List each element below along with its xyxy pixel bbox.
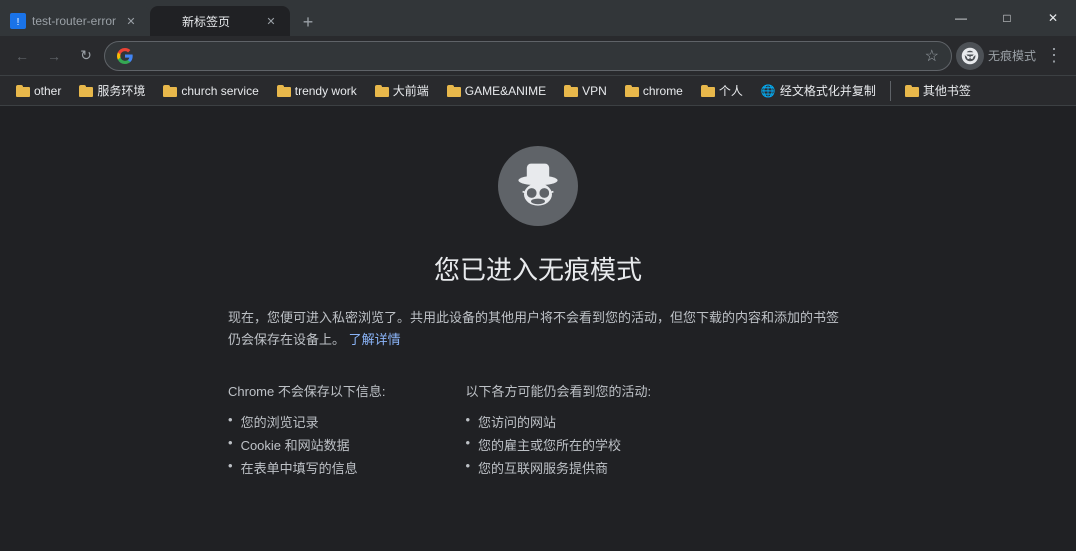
window-controls: — □ ✕ bbox=[938, 0, 1076, 36]
bookmark-other-bookmarks[interactable]: 其他书签 bbox=[897, 79, 979, 102]
new-tab-button[interactable]: + bbox=[294, 8, 322, 36]
reload-button[interactable]: ↻ bbox=[72, 42, 100, 70]
tab-test-router-error[interactable]: ! test-router-error ✕ bbox=[0, 6, 150, 36]
bookmark-daqianduan[interactable]: 大前端 bbox=[367, 79, 437, 102]
main-content: 您已进入无痕模式 现在，您便可进入私密浏览了。共用此设备的其他用户将不会看到您的… bbox=[0, 106, 1076, 479]
main-description: 现在，您便可进入私密浏览了。共用此设备的其他用户将不会看到您的活动，但您下载的内… bbox=[228, 307, 848, 351]
chrome-wont-save-column: Chrome 不会保存以下信息: 您的浏览记录 Cookie 和网站数据 在表单… bbox=[228, 381, 385, 479]
bookmark-label: chrome bbox=[643, 84, 683, 98]
bookmark-separator bbox=[890, 81, 891, 101]
menu-button[interactable]: ⋮ bbox=[1040, 42, 1068, 70]
google-icon bbox=[117, 48, 133, 64]
tab-favicon-2 bbox=[160, 13, 176, 29]
bookmarks-bar: other 服务环境 church service trendy work 大前… bbox=[0, 76, 1076, 106]
chrome-wont-save-list: 您的浏览记录 Cookie 和网站数据 在表单中填写的信息 bbox=[228, 410, 385, 479]
incognito-icon bbox=[510, 158, 566, 214]
others-might-see-heading: 以下各方可能仍会看到您的活动: bbox=[465, 381, 651, 400]
bookmark-label: trendy work bbox=[295, 84, 357, 98]
bookmark-label: 其他书签 bbox=[923, 82, 971, 99]
chrome-wont-save-heading: Chrome 不会保存以下信息: bbox=[228, 381, 385, 400]
incognito-label: 无痕模式 bbox=[988, 47, 1036, 64]
incognito-icon-wrapper bbox=[498, 146, 578, 226]
tab-title-1: test-router-error bbox=[32, 14, 116, 28]
close-button[interactable]: ✕ bbox=[1030, 0, 1076, 36]
bookmark-label: GAME&ANIME bbox=[465, 84, 546, 98]
list-item: 您的雇主或您所在的学校 bbox=[465, 433, 651, 456]
bookmark-vpn[interactable]: VPN bbox=[556, 81, 615, 101]
incognito-title: 您已进入无痕模式 bbox=[434, 250, 642, 287]
description-text: 现在，您便可进入私密浏览了。共用此设备的其他用户将不会看到您的活动，但您下载的内… bbox=[228, 310, 839, 347]
bookmark-label: 大前端 bbox=[393, 82, 429, 99]
others-might-see-list: 您访问的网站 您的雇主或您所在的学校 您的互联网服务提供商 bbox=[465, 410, 651, 479]
bookmark-label: 个人 bbox=[719, 82, 743, 99]
tab-group: ! test-router-error ✕ 新标签页 ✕ + bbox=[0, 0, 322, 36]
bookmark-label: other bbox=[34, 84, 61, 98]
bookmark-label: VPN bbox=[582, 84, 607, 98]
address-bar[interactable]: ☆ bbox=[104, 41, 952, 71]
bookmark-other[interactable]: other bbox=[8, 81, 69, 101]
folder-icon bbox=[16, 85, 30, 97]
others-might-see-column: 以下各方可能仍会看到您的活动: 您访问的网站 您的雇主或您所在的学校 您的互联网… bbox=[465, 381, 651, 479]
folder-icon bbox=[701, 85, 715, 97]
bookmark-format-copy[interactable]: 🌐 经文格式化并复制 bbox=[753, 79, 884, 102]
bookmark-service-env[interactable]: 服务环境 bbox=[71, 79, 153, 102]
bookmark-personal[interactable]: 个人 bbox=[693, 79, 751, 102]
list-item: 您访问的网站 bbox=[465, 410, 651, 433]
globe-icon: 🌐 bbox=[761, 84, 776, 98]
toolbar: ← → ↻ ☆ 无痕模式 ⋮ bbox=[0, 36, 1076, 76]
bookmark-church-service[interactable]: church service bbox=[155, 81, 266, 101]
folder-icon bbox=[905, 85, 919, 97]
tab-title-2: 新标签页 bbox=[182, 13, 256, 30]
list-item: 在表单中填写的信息 bbox=[228, 456, 385, 479]
learn-more-link[interactable]: 了解详情 bbox=[349, 332, 401, 347]
list-item: 您的浏览记录 bbox=[228, 410, 385, 433]
bookmark-label: church service bbox=[181, 84, 258, 98]
bookmark-star-button[interactable]: ☆ bbox=[925, 46, 939, 66]
address-input[interactable] bbox=[141, 48, 917, 63]
folder-icon bbox=[375, 85, 389, 97]
back-button[interactable]: ← bbox=[8, 42, 36, 70]
folder-icon bbox=[79, 85, 93, 97]
forward-button[interactable]: → bbox=[40, 42, 68, 70]
bookmark-game-anime[interactable]: GAME&ANIME bbox=[439, 81, 554, 101]
info-columns: Chrome 不会保存以下信息: 您的浏览记录 Cookie 和网站数据 在表单… bbox=[228, 381, 848, 479]
tab-close-2[interactable]: ✕ bbox=[262, 12, 280, 30]
svg-text:!: ! bbox=[17, 17, 20, 28]
list-item: 您的互联网服务提供商 bbox=[465, 456, 651, 479]
tab-favicon-1: ! bbox=[10, 13, 26, 29]
folder-icon bbox=[564, 85, 578, 97]
bookmark-label: 服务环境 bbox=[97, 82, 145, 99]
tab-new[interactable]: 新标签页 ✕ bbox=[150, 6, 290, 36]
bookmark-label: 经文格式化并复制 bbox=[780, 82, 876, 99]
maximize-button[interactable]: □ bbox=[984, 0, 1030, 36]
profile-button[interactable] bbox=[956, 42, 984, 70]
minimize-button[interactable]: — bbox=[938, 0, 984, 36]
folder-icon bbox=[163, 85, 177, 97]
folder-icon bbox=[625, 85, 639, 97]
bookmark-trendy-work[interactable]: trendy work bbox=[269, 81, 365, 101]
folder-icon bbox=[447, 85, 461, 97]
list-item: Cookie 和网站数据 bbox=[228, 433, 385, 456]
title-bar: ! test-router-error ✕ 新标签页 ✕ + — □ ✕ bbox=[0, 0, 1076, 36]
bookmark-chrome[interactable]: chrome bbox=[617, 81, 691, 101]
folder-icon bbox=[277, 85, 291, 97]
tab-close-1[interactable]: ✕ bbox=[122, 12, 140, 30]
